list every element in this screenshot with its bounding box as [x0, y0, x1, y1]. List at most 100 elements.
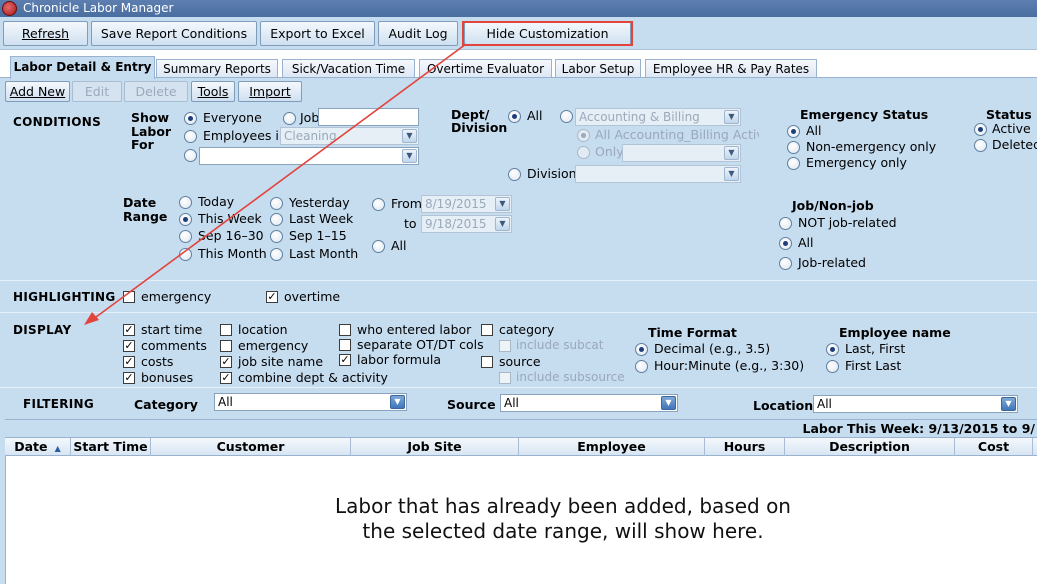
column-header-employee[interactable]: Employee	[519, 438, 705, 456]
tab-employee-hr-pay-rates[interactable]: Employee HR & Pay Rates	[645, 59, 817, 78]
category-checkbox[interactable]	[481, 324, 493, 336]
tools-button[interactable]: Tools	[191, 81, 235, 102]
job-site-name-checkbox[interactable]: ✓	[220, 356, 232, 368]
dept-dropdown[interactable]: Accounting & Billing ▼	[575, 108, 741, 126]
column-header-cost[interactable]: Cost	[955, 438, 1033, 456]
division-dropdown[interactable]: ▼	[575, 165, 741, 183]
save-report-conditions-button[interactable]: Save Report Conditions	[91, 21, 257, 46]
division-radio[interactable]	[508, 168, 521, 181]
column-header-job-site[interactable]: Job Site	[351, 438, 519, 456]
display-emergency-checkbox[interactable]	[220, 340, 232, 352]
non-emergency-radio[interactable]	[787, 141, 800, 154]
hide-customization-button[interactable]: Hide Customization	[464, 21, 631, 46]
window-title: Chronicle Labor Manager	[23, 1, 174, 15]
source-checkbox[interactable]	[481, 356, 493, 368]
this-week-radio[interactable]	[179, 213, 192, 226]
include-subsource-checkbox[interactable]	[499, 372, 511, 384]
sep-1-15-radio[interactable]	[270, 230, 283, 243]
employees-in-dropdown[interactable]: Cleaning ▼	[280, 127, 419, 145]
dept-all-sub-radio[interactable]	[577, 129, 590, 142]
edit-button[interactable]: Edit	[72, 81, 122, 102]
comments-checkbox[interactable]: ✓	[123, 340, 135, 352]
include-subcat-checkbox[interactable]	[499, 340, 511, 352]
job-related-radio[interactable]	[779, 257, 792, 270]
sep-16-30-radio[interactable]	[179, 230, 192, 243]
highlighting-title: HIGHLIGHTING	[13, 290, 116, 304]
who-entered-checkbox[interactable]	[339, 324, 351, 336]
filter-category-label: Category	[134, 397, 198, 412]
highlight-emergency-checkbox[interactable]	[123, 291, 135, 303]
column-header-date[interactable]: Date ▲	[5, 438, 71, 456]
audit-log-button[interactable]: Audit Log	[378, 21, 458, 46]
display-title: DISPLAY	[13, 323, 72, 337]
job-input[interactable]	[318, 108, 419, 126]
bonuses-checkbox[interactable]: ✓	[123, 372, 135, 384]
dept-only-label: Only	[595, 144, 624, 159]
filter-category-dropdown[interactable]: All ▼	[214, 393, 407, 411]
status-deleted-label: Deleted	[992, 137, 1037, 152]
column-header-customer[interactable]: Customer	[151, 438, 351, 456]
column-header-start-time[interactable]: Start Time	[71, 438, 151, 456]
first-last-radio[interactable]	[826, 360, 839, 373]
last-week-radio[interactable]	[270, 213, 283, 226]
to-date-picker[interactable]: 9/18/2015 ▼	[421, 215, 512, 233]
emergency-only-label: Emergency only	[806, 155, 907, 170]
column-header-description[interactable]: Description	[785, 438, 955, 456]
today-radio[interactable]	[179, 196, 192, 209]
tab-labor-setup[interactable]: Labor Setup	[555, 59, 641, 78]
tab-overtime-evaluator[interactable]: Overtime Evaluator	[419, 59, 552, 78]
filter-location-dropdown[interactable]: All ▼	[813, 395, 1018, 413]
filter-source-value: All	[504, 396, 519, 410]
separate-ot-checkbox[interactable]	[339, 339, 351, 351]
yesterday-radio[interactable]	[270, 197, 283, 210]
export-to-excel-button[interactable]: Export to Excel	[260, 21, 375, 46]
emergency-all-radio[interactable]	[787, 125, 800, 138]
dept-only-radio[interactable]	[577, 146, 590, 159]
bonuses-label: bonuses	[141, 370, 194, 385]
from-radio[interactable]	[372, 198, 385, 211]
grid-caption-text: Labor This Week: 9/13/2015 to 9/	[802, 421, 1035, 436]
from-date-value: 8/19/2015	[425, 197, 487, 211]
last-first-radio[interactable]	[826, 343, 839, 356]
combine-dept-checkbox[interactable]: ✓	[220, 372, 232, 384]
start-time-checkbox[interactable]: ✓	[123, 324, 135, 336]
last-week-label: Last Week	[289, 211, 354, 226]
import-button[interactable]: Import	[238, 81, 302, 102]
status-active-radio[interactable]	[974, 123, 987, 136]
tab-strip: Labor Detail & Entry Summary Reports Sic…	[0, 50, 1037, 79]
labor-formula-checkbox[interactable]: ✓	[339, 354, 351, 366]
delete-button[interactable]: Delete	[124, 81, 188, 102]
show-labor-for-label-1: Show	[131, 110, 170, 125]
tab-labor-detail-entry[interactable]: Labor Detail & Entry	[10, 56, 155, 79]
other-filter-dropdown[interactable]: ▼	[199, 147, 419, 165]
decimal-radio[interactable]	[635, 343, 648, 356]
job-all-radio[interactable]	[779, 237, 792, 250]
app-logo-icon	[2, 1, 17, 16]
everyone-radio[interactable]	[184, 112, 197, 125]
highlight-overtime-checkbox[interactable]: ✓	[266, 291, 278, 303]
this-month-radio[interactable]	[179, 248, 192, 261]
from-date-picker[interactable]: 8/19/2015 ▼	[421, 195, 512, 213]
last-month-radio[interactable]	[270, 248, 283, 261]
location-checkbox[interactable]	[220, 324, 232, 336]
add-new-button[interactable]: Add New	[5, 81, 70, 102]
tab-summary-reports[interactable]: Summary Reports	[156, 59, 278, 78]
hour-minute-radio[interactable]	[635, 360, 648, 373]
dept-only-dropdown[interactable]: ▼	[622, 144, 741, 162]
dept-specific-radio[interactable]	[560, 110, 573, 123]
status-deleted-radio[interactable]	[974, 139, 987, 152]
not-job-related-radio[interactable]	[779, 217, 792, 230]
employees-in-radio[interactable]	[184, 130, 197, 143]
other-filter-radio[interactable]	[184, 149, 197, 162]
column-header-hours[interactable]: Hours	[705, 438, 785, 456]
job-radio[interactable]	[283, 112, 296, 125]
dept-all-radio[interactable]	[508, 110, 521, 123]
filter-source-dropdown[interactable]: All ▼	[500, 394, 678, 412]
emergency-only-radio[interactable]	[787, 157, 800, 170]
everyone-label: Everyone	[203, 110, 262, 125]
not-job-related-label: NOT job-related	[798, 215, 897, 230]
date-all-radio[interactable]	[372, 240, 385, 253]
costs-checkbox[interactable]: ✓	[123, 356, 135, 368]
refresh-button[interactable]: Refresh	[3, 21, 88, 46]
tab-sick-vacation-time[interactable]: Sick/Vacation Time	[282, 59, 415, 78]
